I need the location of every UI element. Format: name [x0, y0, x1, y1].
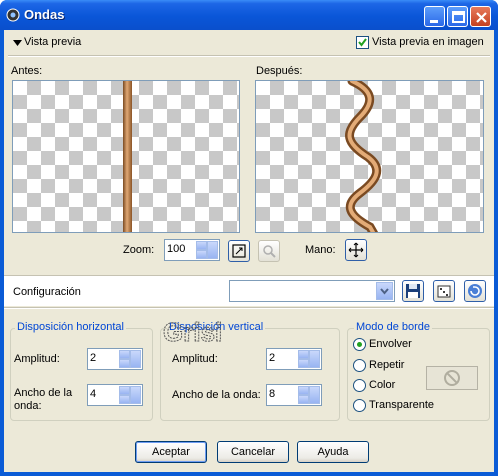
maximize-icon — [452, 11, 465, 23]
close-icon — [476, 12, 487, 23]
close-button[interactable] — [470, 6, 491, 27]
preview-in-image-label: Vista previa en imagen — [372, 36, 484, 48]
v-amplitude-value: 2 — [269, 352, 276, 364]
reset-button[interactable] — [464, 280, 486, 302]
zoom-label: Zoom: — [123, 244, 155, 256]
zoom-lens-button[interactable] — [258, 240, 280, 262]
expand-icon — [232, 244, 246, 258]
app-icon — [6, 8, 20, 22]
save-preset-button[interactable] — [402, 280, 424, 302]
after-label: Después: — [256, 65, 303, 77]
h-wavelength-stepper[interactable]: 4 — [87, 384, 143, 406]
v-wavelength-stepper[interactable]: 8 — [266, 384, 322, 406]
title-bar[interactable]: Ondas — [0, 0, 498, 30]
help-button[interactable]: Ayuda — [297, 441, 369, 463]
config-label: Configuración — [13, 286, 81, 298]
h-wavelength-down-arrow-icon[interactable] — [119, 395, 130, 404]
edge-color-swatch[interactable] — [426, 366, 478, 390]
chevron-down-icon[interactable] — [376, 282, 393, 300]
horizontal-group-title: Disposición horizontal — [15, 321, 126, 333]
dialog-client: Vista previa Vista previa en imagen Ante… — [4, 30, 494, 472]
window-title: Ondas — [24, 7, 65, 22]
h-amplitude-label: Amplitud: — [14, 353, 60, 365]
preset-select[interactable] — [229, 280, 395, 302]
h-amplitude-stepper[interactable]: 2 — [87, 348, 143, 370]
preview-in-image-checkbox[interactable] — [356, 36, 369, 49]
radio-label-repetir: Repetir — [369, 359, 405, 371]
radio-label-envolver: Envolver — [369, 338, 412, 350]
divider — [4, 307, 494, 309]
dice-icon — [437, 285, 451, 298]
v-amplitude-dropdown-arrow-icon[interactable] — [309, 350, 320, 368]
h-amplitude-down-arrow-icon[interactable] — [119, 359, 130, 368]
pan-button[interactable] — [345, 239, 367, 261]
zoom-stepper[interactable]: 100 — [164, 239, 220, 261]
h-amplitude-dropdown-arrow-icon[interactable] — [130, 350, 141, 368]
radio-transparente[interactable] — [353, 399, 366, 412]
minimize-button[interactable] — [424, 6, 445, 27]
zoom-to-fit-button[interactable] — [228, 240, 250, 262]
v-wavelength-down-arrow-icon[interactable] — [298, 395, 309, 404]
radio-repetir[interactable] — [353, 359, 366, 372]
v-amplitude-down-arrow-icon[interactable] — [298, 359, 309, 368]
radio-envolver[interactable] — [353, 338, 366, 351]
zoom-down-arrow-icon[interactable] — [196, 250, 207, 259]
v-wavelength-label: Ancho de la onda: — [172, 389, 261, 401]
v-amplitude-up-arrow-icon[interactable] — [298, 350, 309, 359]
checkmark-icon — [358, 38, 367, 47]
radio-label-transparente: Transparente — [369, 399, 435, 411]
v-wavelength-up-arrow-icon[interactable] — [298, 386, 309, 395]
edge-group-title: Modo de borde — [354, 321, 432, 333]
watermark-logo: Grisi — [163, 317, 223, 347]
divider — [8, 55, 490, 57]
ok-button[interactable]: Aceptar — [135, 441, 207, 463]
floppy-disk-icon — [406, 284, 420, 298]
no-color-icon — [444, 370, 460, 386]
minimize-icon — [430, 20, 438, 23]
v-wavelength-value: 8 — [269, 388, 276, 400]
h-wavelength-dropdown-arrow-icon[interactable] — [130, 386, 141, 404]
v-amplitude-label: Amplitud: — [172, 353, 218, 365]
after-wave-image — [345, 81, 382, 232]
radio-color[interactable] — [353, 379, 366, 392]
maximize-button[interactable] — [447, 6, 468, 27]
preview-toggle-label[interactable]: Vista previa — [24, 36, 81, 48]
h-wavelength-label: Ancho de la onda: — [14, 387, 73, 412]
before-label: Antes: — [11, 65, 43, 77]
h-amplitude-up-arrow-icon[interactable] — [119, 350, 130, 359]
cancel-button[interactable]: Cancelar — [217, 441, 289, 463]
after-preview[interactable] — [255, 80, 484, 233]
v-amplitude-stepper[interactable]: 2 — [266, 348, 322, 370]
zoom-dropdown-arrow-icon[interactable] — [207, 241, 218, 259]
zoom-up-arrow-icon[interactable] — [196, 241, 207, 250]
dialog-window: Ondas Vista previa Vista previa en image… — [0, 0, 498, 476]
radio-label-color: Color — [369, 379, 396, 391]
h-wavelength-value: 4 — [90, 388, 97, 400]
collapse-arrow-icon[interactable] — [13, 40, 22, 47]
v-wavelength-dropdown-arrow-icon[interactable] — [309, 386, 320, 404]
h-wavelength-up-arrow-icon[interactable] — [119, 386, 130, 395]
reset-icon — [468, 284, 482, 298]
pan-label: Mano: — [305, 244, 336, 256]
zoom-value: 100 — [167, 243, 186, 255]
svg-text:Grisi: Grisi — [163, 317, 222, 347]
before-rope-image — [123, 81, 132, 232]
magnifier-icon — [263, 245, 276, 258]
random-button[interactable] — [433, 280, 455, 302]
move-icon — [348, 242, 364, 258]
before-preview[interactable] — [12, 80, 240, 233]
h-amplitude-value: 2 — [90, 352, 97, 364]
